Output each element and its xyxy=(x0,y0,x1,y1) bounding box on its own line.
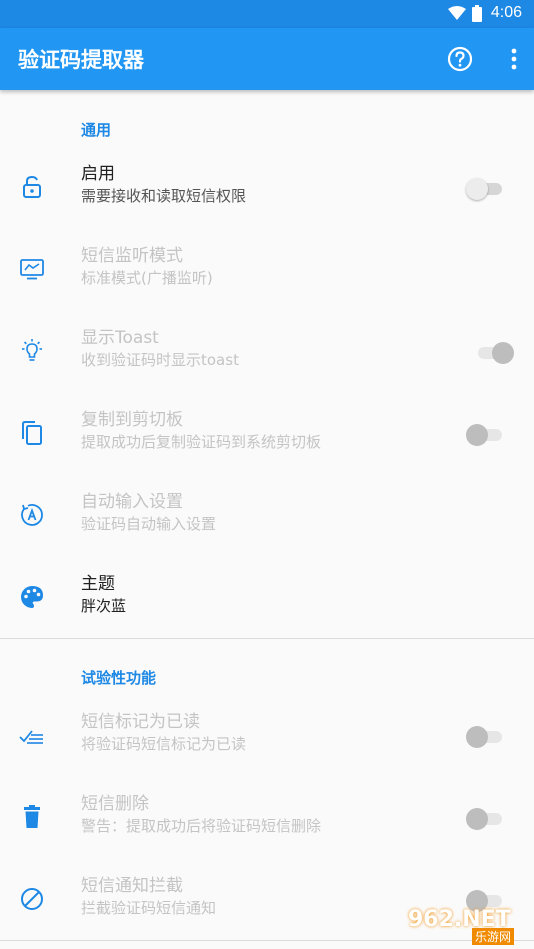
pref-summary: 胖次蓝 xyxy=(81,597,127,615)
monitor-icon xyxy=(20,259,44,280)
pref-title: 短信删除 xyxy=(81,794,149,814)
pref-auto-input[interactable]: 自动输入设置 验证码自动输入设置 xyxy=(0,475,534,557)
app-title: 验证码提取器 xyxy=(18,48,144,72)
pref-title: 短信通知拦截 xyxy=(81,876,183,896)
copy-clipboard-toggle[interactable] xyxy=(466,423,502,446)
pref-title: 显示Toast xyxy=(81,328,159,348)
pref-title: 自动输入设置 xyxy=(81,492,183,512)
mark-read-toggle[interactable] xyxy=(466,725,502,748)
block-icon xyxy=(21,888,43,910)
pref-copy-clipboard[interactable]: 复制到剪切板 提取成功后复制验证码到系统剪切板 xyxy=(0,393,534,475)
pref-summary: 收到验证码时显示toast xyxy=(81,351,239,369)
more-vert-icon[interactable] xyxy=(508,45,520,73)
status-time: 4:06 xyxy=(490,4,522,21)
pref-title: 短信标记为已读 xyxy=(81,712,200,732)
pref-summary: 提取成功后复制验证码到系统剪切板 xyxy=(81,433,322,451)
pref-title: 复制到剪切板 xyxy=(81,410,183,430)
pref-summary: 拦截验证码短信通知 xyxy=(81,899,217,917)
pref-show-toast[interactable]: 显示Toast 收到验证码时显示toast xyxy=(0,311,534,393)
pref-mark-read[interactable]: 短信标记为已读 将验证码短信标记为已读 xyxy=(0,695,534,777)
battery-icon xyxy=(472,5,482,22)
app-bar: 验证码提取器 xyxy=(0,28,534,90)
pref-summary: 标准模式(广播监听) xyxy=(81,269,213,287)
help-circle-icon[interactable] xyxy=(446,45,474,73)
watermark-sub: 乐游网 xyxy=(472,928,515,945)
delete-sms-toggle[interactable] xyxy=(466,807,502,830)
show-toast-toggle[interactable] xyxy=(478,341,514,364)
pref-enable[interactable]: 启用 需要接收和读取短信权限 xyxy=(0,147,534,229)
section-header-experimental: 试验性功能 xyxy=(81,669,157,687)
pref-summary: 验证码自动输入设置 xyxy=(81,515,217,533)
pref-summary: 将验证码短信标记为已读 xyxy=(81,735,247,753)
pref-theme[interactable]: 主题 胖次蓝 xyxy=(0,557,534,639)
watermark-logo: 962.NET 乐游网 xyxy=(400,903,530,945)
section-divider xyxy=(0,638,534,639)
delete-icon xyxy=(24,805,40,828)
enable-toggle[interactable] xyxy=(466,177,502,200)
lightbulb-icon xyxy=(22,339,42,361)
pref-summary: 警告：提取成功后将验证码短信删除 xyxy=(81,817,322,835)
pref-delete-sms[interactable]: 短信删除 警告：提取成功后将验证码短信删除 xyxy=(0,777,534,859)
pref-title: 短信监听模式 xyxy=(81,246,183,266)
auto-input-icon xyxy=(21,504,43,526)
pref-listen-mode[interactable]: 短信监听模式 标准模式(广播监听) xyxy=(0,229,534,311)
mark-read-icon xyxy=(19,730,43,744)
pref-title: 主题 xyxy=(81,574,115,594)
pref-title: 启用 xyxy=(81,164,115,184)
palette-icon xyxy=(21,586,43,608)
copy-icon xyxy=(22,421,42,445)
wifi-icon xyxy=(448,6,466,20)
pref-summary: 需要接收和读取短信权限 xyxy=(81,187,247,205)
lock-open-icon xyxy=(23,175,41,198)
status-bar: 4:06 xyxy=(0,0,534,28)
section-header-general: 通用 xyxy=(81,121,112,139)
